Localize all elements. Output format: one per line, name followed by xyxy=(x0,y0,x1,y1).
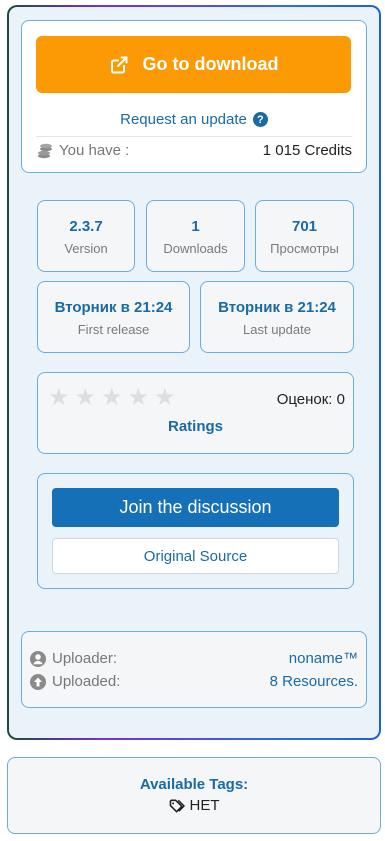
tags-card: Available Tags: НЕТ xyxy=(7,757,381,834)
question-circle-icon[interactable]: ? xyxy=(252,112,268,127)
uploader-name-link[interactable]: noname™ xyxy=(289,650,358,667)
discussion-card: Join the discussion Original Source xyxy=(37,473,354,589)
stat-last-update-label: Last update xyxy=(243,322,311,337)
star-icon[interactable]: ★ xyxy=(75,386,97,410)
uploaded-resources-link[interactable]: 8 Resources. xyxy=(270,673,358,690)
stat-views-value: 701 xyxy=(291,218,318,235)
uploaded-label: Uploaded: xyxy=(52,673,121,690)
tag-label: НЕТ xyxy=(189,797,220,814)
stat-last-update-value: Вторник в 21:24 xyxy=(218,299,336,316)
stat-first-release-value: Вторник в 21:24 xyxy=(54,299,173,316)
stat-last-update: Вторник в 21:24 Last update xyxy=(200,281,354,353)
rating-count: Оценок: 0 xyxy=(276,391,345,408)
request-update-link[interactable]: Request an update ? xyxy=(22,111,366,128)
stat-version-value: 2.3.7 xyxy=(69,218,103,235)
credits-row: You have : 1 015 Credits xyxy=(36,142,352,159)
uploaded-label-group: Uploaded: xyxy=(30,673,120,690)
join-discussion-button[interactable]: Join the discussion xyxy=(52,488,339,527)
request-update-label: Request an update xyxy=(120,111,247,128)
go-to-download-label: Go to download xyxy=(142,54,279,74)
star-icon[interactable]: ★ xyxy=(48,386,70,410)
rating-card: ★ ★ ★ ★ ★ Оценок: 0 Ratings xyxy=(37,372,354,454)
credits-value: 1 015 Credits xyxy=(262,142,352,159)
stat-downloads: 1 Downloads xyxy=(146,200,245,272)
stat-downloads-value: 1 xyxy=(191,218,200,235)
credits-label-group: You have : xyxy=(36,142,129,159)
ratings-link[interactable]: Ratings xyxy=(38,418,353,435)
tag-item[interactable]: НЕТ xyxy=(169,797,220,814)
uploader-card: Uploader: noname™ Uploaded: 8 Resources. xyxy=(21,631,367,708)
credits-label: You have : xyxy=(59,142,130,159)
divider xyxy=(36,136,352,137)
tags-title: Available Tags: xyxy=(139,776,249,793)
external-link-icon xyxy=(110,56,127,73)
stat-first-release: Вторник в 21:24 First release xyxy=(37,281,190,353)
star-icon[interactable]: ★ xyxy=(128,386,150,410)
resource-sidebar: Go to download Request an update ? You h… xyxy=(9,7,379,738)
stat-downloads-label: Downloads xyxy=(163,241,228,256)
rating-stars[interactable]: ★ ★ ★ ★ ★ xyxy=(48,386,176,410)
stat-views-label: Просмотры xyxy=(270,241,339,256)
stat-version-label: Version xyxy=(64,241,108,256)
stat-version: 2.3.7 Version xyxy=(37,200,135,272)
tag-icon xyxy=(169,799,185,812)
resource-sidebar-frame: Go to download Request an update ? You h… xyxy=(7,5,381,740)
uploader-row: Uploader: noname™ xyxy=(30,650,358,667)
download-card: Go to download Request an update ? You h… xyxy=(21,20,367,173)
uploader-label-group: Uploader: xyxy=(30,650,117,667)
coins-icon xyxy=(38,143,52,158)
uploader-label: Uploader: xyxy=(52,650,118,667)
uploaded-row: Uploaded: 8 Resources. xyxy=(30,673,358,690)
stat-first-release-label: First release xyxy=(77,322,150,337)
arrow-up-circle-icon xyxy=(30,673,46,690)
star-icon[interactable]: ★ xyxy=(101,386,123,410)
star-icon[interactable]: ★ xyxy=(154,386,176,410)
user-icon xyxy=(30,650,46,667)
stat-views: 701 Просмотры xyxy=(255,200,354,272)
go-to-download-button[interactable]: Go to download xyxy=(36,36,351,93)
original-source-button[interactable]: Original Source xyxy=(52,538,339,574)
